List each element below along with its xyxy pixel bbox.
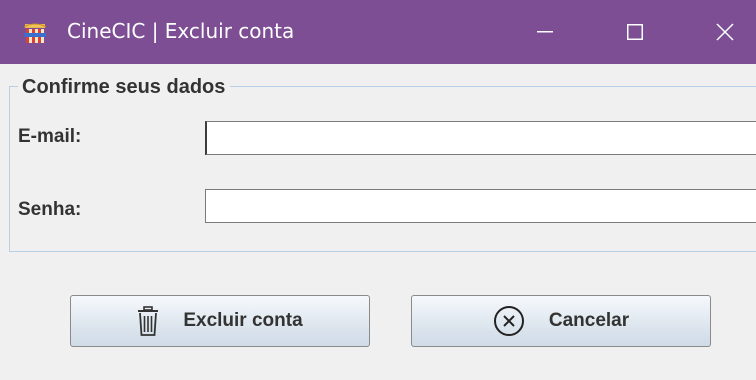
credentials-fieldset bbox=[9, 86, 756, 252]
email-field[interactable] bbox=[205, 121, 756, 155]
cancel-label: Cancelar bbox=[548, 310, 630, 331]
fieldset-legend: Confirme seus dados bbox=[18, 74, 231, 100]
close-icon bbox=[716, 23, 734, 41]
trash-icon bbox=[137, 306, 159, 336]
email-label: E-mail: bbox=[18, 126, 82, 147]
maximize-icon bbox=[627, 24, 643, 40]
cancel-button[interactable]: Cancelar bbox=[411, 295, 711, 347]
close-button[interactable] bbox=[680, 0, 756, 64]
minimize-icon bbox=[537, 31, 553, 33]
minimize-button[interactable] bbox=[500, 0, 590, 64]
password-field[interactable] bbox=[205, 189, 756, 223]
window-title: CineCIC | Excluir conta bbox=[67, 19, 295, 43]
cancel-circle-icon bbox=[493, 305, 525, 337]
delete-account-label: Excluir conta bbox=[183, 310, 303, 331]
password-label: Senha: bbox=[18, 199, 82, 220]
app-icon bbox=[22, 22, 48, 44]
delete-account-button[interactable]: Excluir conta bbox=[70, 295, 370, 347]
title-bar[interactable]: CineCIC | Excluir conta bbox=[0, 0, 756, 64]
maximize-button[interactable] bbox=[590, 0, 680, 64]
